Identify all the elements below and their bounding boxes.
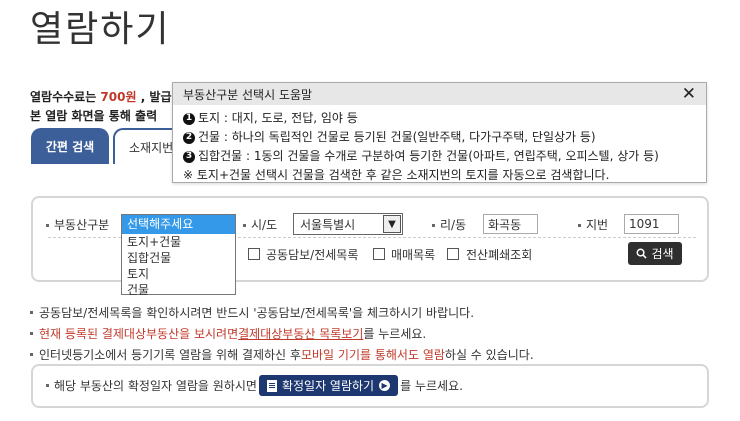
- number-3-icon: 3: [183, 150, 195, 163]
- page-title: 열람하기: [30, 9, 171, 50]
- list-item: 현재 등록된 결제대상부동산을 보시려면 결제대상부동산 목록보기 를 누르세요.: [30, 323, 534, 344]
- city-select[interactable]: 서울특별시 ▼: [293, 213, 403, 235]
- fee-amount: 700원: [100, 90, 137, 104]
- arrow-circle-icon: ▶: [379, 380, 391, 391]
- chevron-down-icon: ▼: [383, 215, 401, 233]
- search-icon: [637, 248, 648, 259]
- dong-input[interactable]: 화곡동: [483, 214, 538, 234]
- joint-collateral-checkbox[interactable]: [248, 248, 260, 260]
- bullet-icon: [30, 353, 33, 356]
- close-icon[interactable]: ✕: [682, 84, 696, 104]
- confirm-date-row: 해당 부동산의 확정일자 열람을 원하시면 확정일자 열람하기 ▶ 를 누르세요…: [46, 375, 463, 396]
- help-item: 1 토지 : 대지, 도로, 전답, 임야 등: [183, 109, 696, 128]
- lot-label: 지번: [578, 216, 608, 233]
- tab-simple-search[interactable]: 간편 검색: [31, 128, 109, 164]
- confirm-date-view-button[interactable]: 확정일자 열람하기 ▶: [258, 375, 399, 396]
- fee-suffix: , 발급: [136, 90, 172, 104]
- number-2-icon: 2: [183, 131, 195, 144]
- list-item: 인터넷등기소에서 등기기록 열람을 위해 결제하신 후 모바일 기기를 통해서도…: [30, 344, 534, 365]
- bullet-icon: [30, 332, 33, 335]
- dropdown-selected[interactable]: 선택해주세요: [122, 215, 235, 234]
- bullet-icon: [243, 224, 246, 227]
- help-popup: 부동산구분 선택시 도움말 ✕ 1 토지 : 대지, 도로, 전답, 임야 등 2…: [172, 82, 707, 183]
- dropdown-option[interactable]: 집합건물: [122, 250, 235, 266]
- property-type-label: 부동산구분: [46, 216, 109, 233]
- help-item: 3 집합건물 : 1동의 건물을 수개로 구분하여 등기한 건물(아파트, 연립주…: [183, 147, 696, 166]
- dropdown-option[interactable]: 건물: [122, 282, 235, 298]
- joint-collateral-label: 공동담보/전세목록: [266, 248, 359, 262]
- bullet-icon: [30, 311, 33, 314]
- bullet-icon: [46, 384, 49, 387]
- bullet-icon: [432, 224, 435, 227]
- dropdown-option[interactable]: 토지: [122, 266, 235, 282]
- help-note: ※ 토지+건물 선택시 건물을 검색한 후 같은 소재지번의 토지를 자동으로 …: [183, 168, 610, 182]
- city-label: 시/도: [243, 216, 277, 233]
- closed-record-label: 전산폐쇄조회: [466, 248, 533, 262]
- help-item: 2 건물 : 하나의 독립적인 건물로 등기된 건물(일반주택, 다가구주택, 단…: [183, 128, 696, 147]
- lot-number-input[interactable]: 1091: [624, 214, 679, 234]
- fee-notice: 열람수수료는 700원 , 발급: [30, 88, 172, 105]
- search-button[interactable]: 검색: [628, 242, 682, 265]
- fee-prefix: 열람수수료는: [30, 90, 101, 104]
- print-notice: 본 열람 화면을 통해 출력: [30, 109, 158, 123]
- document-icon: [266, 379, 277, 392]
- bullet-icon: [578, 224, 581, 227]
- closed-record-checkbox[interactable]: [447, 248, 459, 260]
- sales-list-checkbox[interactable]: [373, 248, 385, 260]
- notes-list: 공동담보/전세목록을 확인하시려면 반드시 '공동담보/전세목록'을 체크하시기…: [30, 302, 534, 365]
- payment-property-list-link[interactable]: 결제대상부동산 목록보기: [238, 326, 363, 342]
- dropdown-option[interactable]: 토지+건물: [122, 234, 235, 250]
- sales-list-label: 매매목록: [391, 248, 436, 262]
- help-title: 부동산구분 선택시 도움말: [183, 87, 313, 102]
- number-1-icon: 1: [183, 112, 195, 125]
- list-item: 공동담보/전세목록을 확인하시려면 반드시 '공동담보/전세목록'을 체크하시기…: [30, 302, 534, 323]
- dong-label: 리/동: [432, 216, 466, 233]
- help-header: 부동산구분 선택시 도움말 ✕: [173, 83, 706, 105]
- property-type-select[interactable]: 선택해주세요 토지+건물 집합건물 토지 건물: [121, 214, 236, 298]
- bullet-icon: [46, 224, 49, 227]
